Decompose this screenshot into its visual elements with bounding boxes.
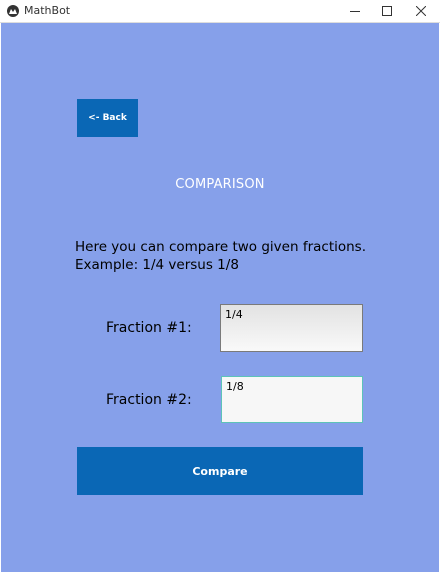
fraction-1-input[interactable]: 1/4 (220, 304, 363, 352)
fraction-1-label: Fraction #1: (106, 320, 192, 336)
compare-button[interactable]: Compare (77, 447, 363, 495)
description-line-1: Here you can compare two given fractions… (75, 239, 367, 255)
app-logo-icon (7, 5, 19, 17)
description-line-2: Example: 1/4 versus 1/8 (75, 257, 239, 273)
description-text: Here you can compare two given fractions… (75, 238, 415, 274)
close-button[interactable] (404, 0, 438, 23)
window-title: MathBot (24, 4, 71, 17)
main-content: <- Back COMPARISON Here you can compare … (1, 23, 439, 572)
fraction-2-label: Fraction #2: (106, 392, 192, 408)
title-bar[interactable]: MathBot (0, 0, 440, 23)
minimize-button[interactable] (338, 0, 372, 23)
back-button[interactable]: <- Back (77, 99, 138, 137)
maximize-button[interactable] (370, 0, 404, 23)
page-title: COMPARISON (175, 177, 265, 192)
fraction-2-input[interactable]: 1/8 (221, 376, 363, 423)
app-window: MathBot <- Back COMPARISON Here you can … (0, 0, 440, 573)
